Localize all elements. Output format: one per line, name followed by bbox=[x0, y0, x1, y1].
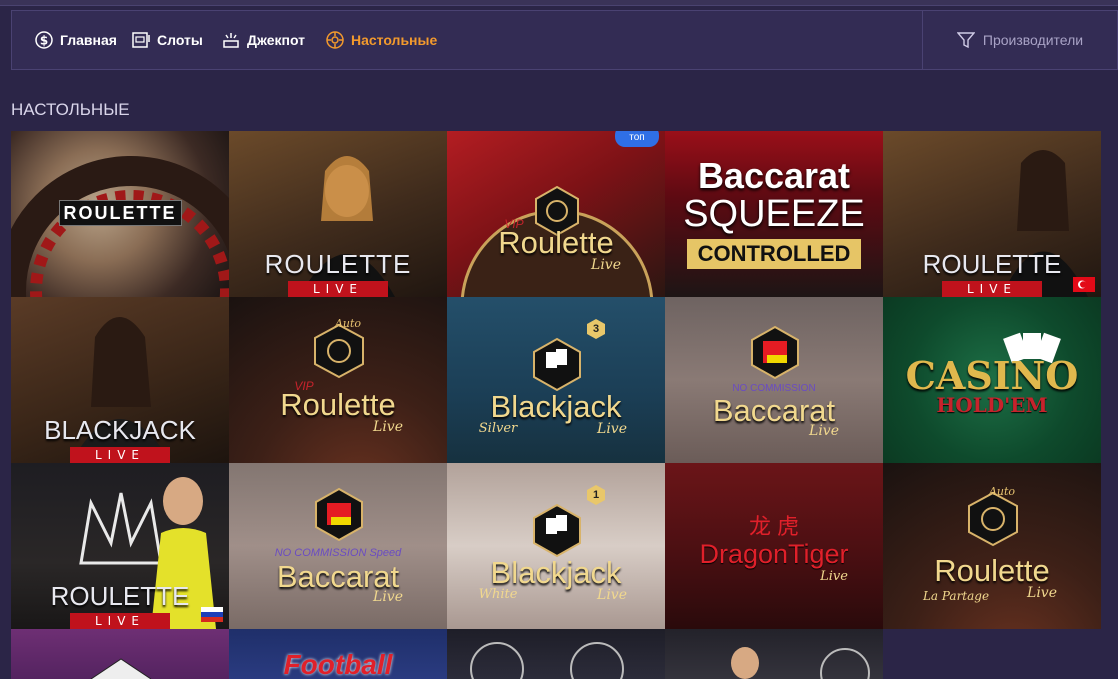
cards-hex-logo-art bbox=[533, 337, 581, 392]
tile-prefix: NO COMMISSION Speed bbox=[274, 547, 402, 559]
tile-title: ROULETTE bbox=[922, 249, 1062, 279]
nav-home[interactable]: $ Главная bbox=[34, 11, 117, 69]
lottery-ball-art bbox=[470, 642, 624, 679]
game-tile-baccarat-squeeze[interactable]: Baccarat SQUEEZE CONTROLLED bbox=[665, 131, 883, 297]
tile-title: Baccarat bbox=[697, 155, 851, 196]
tile-prefix: Auto bbox=[988, 485, 1016, 498]
game-tile-roulette-live-tr[interactable]: ROULETTE LIVE bbox=[883, 131, 1101, 297]
tile-chinese-title: 龙 虎 bbox=[748, 514, 800, 539]
chip-icon bbox=[326, 31, 344, 49]
live-tag: LIVE bbox=[288, 281, 388, 297]
section-title: НАСТОЛЬНЫЕ bbox=[11, 100, 130, 119]
game-tile-partial-4[interactable] bbox=[665, 629, 883, 679]
tile-title: Football bbox=[283, 649, 393, 679]
game-tile-roulette[interactable]: ROULETTE bbox=[11, 131, 229, 297]
tile-live-label: Live bbox=[597, 421, 627, 437]
game-tile-dragon-tiger[interactable]: 龙 虎 DragonTiger Live bbox=[665, 463, 883, 629]
tile-live-label: Live bbox=[373, 589, 403, 605]
nav-table-games-label: Настольные bbox=[351, 32, 438, 48]
tile-title: CASINO bbox=[905, 353, 1079, 398]
game-tile-blackjack-white[interactable]: 1 Blackjack White Live bbox=[447, 463, 665, 629]
game-tile-partial-1[interactable] bbox=[11, 629, 229, 679]
tile-prefix: Auto bbox=[334, 317, 362, 330]
tile-live-label: Live bbox=[597, 587, 627, 603]
table-art bbox=[90, 658, 152, 679]
live-tag: LIVE bbox=[70, 613, 170, 629]
nav-home-label: Главная bbox=[60, 32, 117, 48]
game-tile-auto-vip-roulette[interactable]: Auto VIP Roulette Live bbox=[229, 297, 447, 463]
tile-live-label: Live bbox=[809, 423, 839, 439]
jackpot-icon bbox=[223, 33, 239, 48]
tile-title: DragonTiger bbox=[699, 539, 849, 569]
live-tag: LIVE bbox=[942, 281, 1042, 297]
game-tile-vip-roulette[interactable]: топ VIP Roulette Live bbox=[447, 131, 665, 297]
tile-live-label: Live bbox=[591, 257, 621, 273]
tile-title: Roulette bbox=[280, 387, 396, 422]
dollar-coin-icon: $ bbox=[35, 31, 53, 49]
tile-title: ROULETTE bbox=[58, 200, 182, 226]
game-tile-no-commission-baccarat[interactable]: NO COMMISSION Baccarat Live bbox=[665, 297, 883, 463]
nav-slots-label: Слоты bbox=[157, 32, 203, 48]
tile-live-label: Live bbox=[373, 419, 403, 435]
game-tile-roulette-live[interactable]: ROULETTE LIVE bbox=[229, 131, 447, 297]
nav-jackpot-label: Джекпот bbox=[247, 32, 306, 48]
nav-table-games[interactable]: Настольные bbox=[325, 11, 437, 69]
tile-title: Roulette bbox=[498, 225, 614, 260]
tile-title: ROULETTE bbox=[264, 249, 412, 279]
main-navbar: $ Главная Слоты Джекпот Настольные Произ… bbox=[11, 10, 1118, 70]
game-tile-casino-holdem[interactable]: CASINO HOLD'EM bbox=[883, 297, 1101, 463]
filter-icon bbox=[956, 32, 975, 49]
svg-text:$: $ bbox=[40, 34, 48, 48]
tile-title: Blackjack bbox=[490, 389, 622, 424]
tile-subtitle: HOLD'EM bbox=[936, 393, 1048, 417]
game-tile-roulette-la-partage[interactable]: Auto Roulette La Partage Live bbox=[883, 463, 1101, 629]
tile-live-label: Live bbox=[1027, 585, 1057, 601]
game-tile-speed-baccarat[interactable]: NO COMMISSION Speed Baccarat Live bbox=[229, 463, 447, 629]
tile-live-label: Live bbox=[820, 569, 848, 584]
game-tile-football[interactable]: Football bbox=[229, 629, 447, 679]
tile-title: Blackjack bbox=[490, 555, 622, 590]
providers-label: Производители bbox=[982, 32, 1084, 48]
tile-subtitle: SQUEEZE bbox=[683, 193, 865, 235]
live-tag: LIVE bbox=[70, 447, 170, 463]
game-tile-partial-3[interactable] bbox=[447, 629, 665, 679]
tile-title: ROULETTE bbox=[50, 581, 190, 611]
tile-title: Roulette bbox=[934, 553, 1050, 588]
slot-machine-icon bbox=[132, 32, 150, 48]
top-badge: топ bbox=[615, 131, 659, 147]
russia-flag-icon bbox=[201, 607, 223, 622]
game-tile-blackjack-silver[interactable]: 3 Blackjack Silver Live bbox=[447, 297, 665, 463]
nav-slots[interactable]: Слоты bbox=[131, 11, 203, 69]
nav-jackpot[interactable]: Джекпот bbox=[221, 11, 305, 69]
top-border bbox=[0, 0, 1118, 6]
cards-hex-logo-art bbox=[533, 503, 581, 558]
tile-title: BLACKJACK bbox=[44, 415, 196, 445]
turkey-flag-icon bbox=[1073, 277, 1095, 292]
game-tile-roulette-live-ru[interactable]: ROULETTE LIVE bbox=[11, 463, 229, 629]
providers-filter-button[interactable]: Производители bbox=[922, 11, 1117, 69]
dealer-art bbox=[731, 647, 870, 679]
game-tile-blackjack-live[interactable]: BLACKJACK LIVE bbox=[11, 297, 229, 463]
tile-controlled-label: CONTROLLED bbox=[687, 239, 861, 269]
